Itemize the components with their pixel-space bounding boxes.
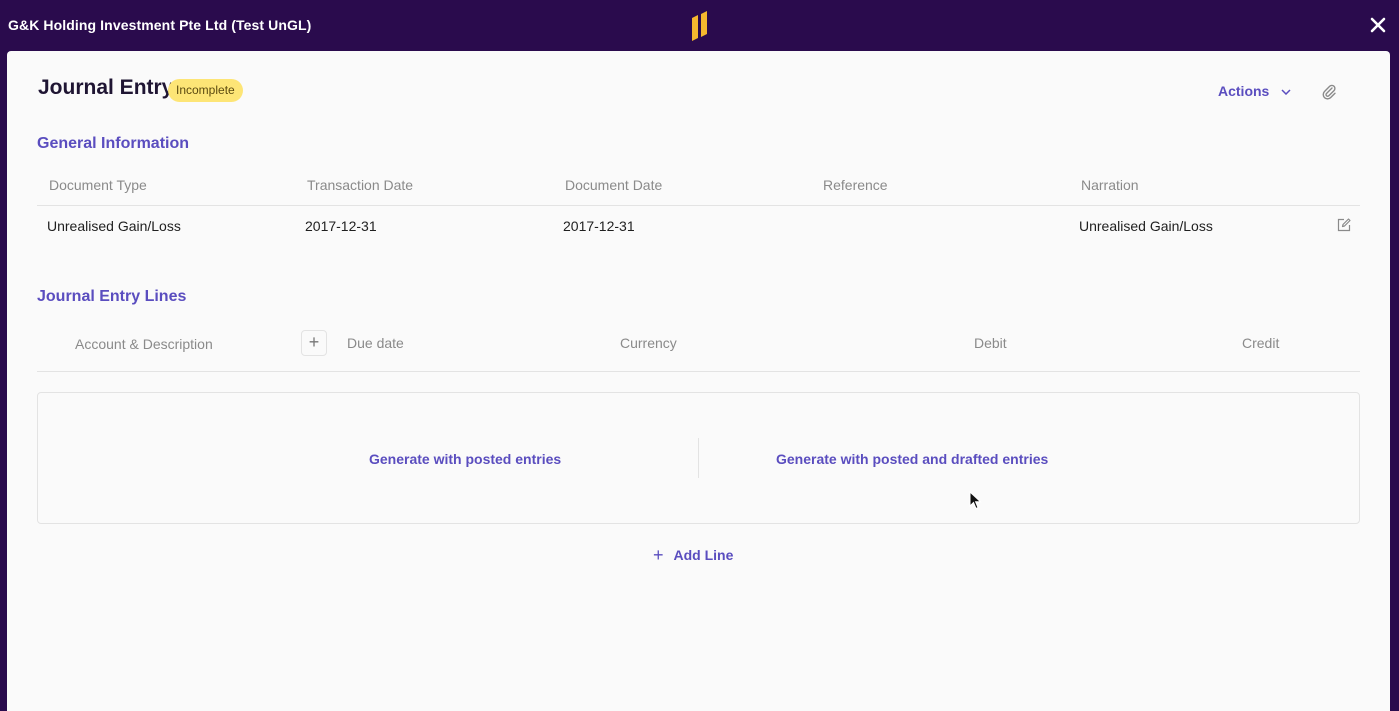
generate-posted-drafted-button[interactable]: Generate with posted and drafted entries bbox=[776, 451, 1048, 467]
column-narration: Narration bbox=[1081, 177, 1139, 193]
column-reference: Reference bbox=[823, 177, 888, 193]
header-divider bbox=[37, 205, 1360, 206]
add-column-button[interactable]: + bbox=[301, 330, 327, 356]
chevron-down-icon bbox=[1281, 89, 1291, 96]
plus-icon: + bbox=[653, 545, 664, 565]
document-type-value: Unrealised Gain/Loss bbox=[47, 218, 181, 234]
status-badge: Incomplete bbox=[168, 79, 243, 102]
column-document-date: Document Date bbox=[565, 177, 663, 193]
lines-header-divider bbox=[37, 371, 1360, 372]
transaction-date-value: 2017-12-31 bbox=[305, 218, 377, 234]
actions-button[interactable]: Actions bbox=[1218, 83, 1291, 99]
journal-entry-panel: Journal Entry Incomplete Actions General… bbox=[7, 51, 1390, 711]
document-date-value: 2017-12-31 bbox=[563, 218, 635, 234]
column-debit: Debit bbox=[974, 335, 1007, 351]
top-bar: G&K Holding Investment Pte Ltd (Test UnG… bbox=[0, 0, 1399, 51]
brand-logo-icon bbox=[692, 11, 707, 41]
paperclip-icon[interactable] bbox=[1321, 83, 1337, 101]
mouse-pointer-icon bbox=[969, 491, 982, 510]
journal-entry-lines-title: Journal Entry Lines bbox=[37, 288, 187, 305]
generate-entries-box: Generate with posted entries Generate wi… bbox=[37, 392, 1360, 524]
column-due-date: Due date bbox=[347, 335, 404, 351]
page-title: Journal Entry bbox=[38, 76, 174, 99]
generate-divider bbox=[698, 438, 699, 478]
narration-value: Unrealised Gain/Loss bbox=[1079, 218, 1213, 234]
edit-icon[interactable] bbox=[1336, 217, 1352, 233]
add-line-label: Add Line bbox=[673, 547, 734, 563]
close-icon[interactable] bbox=[1367, 14, 1389, 36]
add-line-button[interactable]: + Add Line bbox=[653, 545, 733, 566]
organization-name: G&K Holding Investment Pte Ltd (Test UnG… bbox=[8, 17, 312, 33]
column-currency: Currency bbox=[620, 335, 677, 351]
actions-label: Actions bbox=[1218, 83, 1270, 99]
generate-posted-button[interactable]: Generate with posted entries bbox=[369, 451, 561, 467]
column-transaction-date: Transaction Date bbox=[307, 177, 414, 193]
column-account-description: Account & Description bbox=[75, 336, 213, 352]
column-document-type: Document Type bbox=[49, 177, 147, 193]
column-credit: Credit bbox=[1242, 335, 1280, 351]
general-information-title: General Information bbox=[37, 135, 190, 152]
